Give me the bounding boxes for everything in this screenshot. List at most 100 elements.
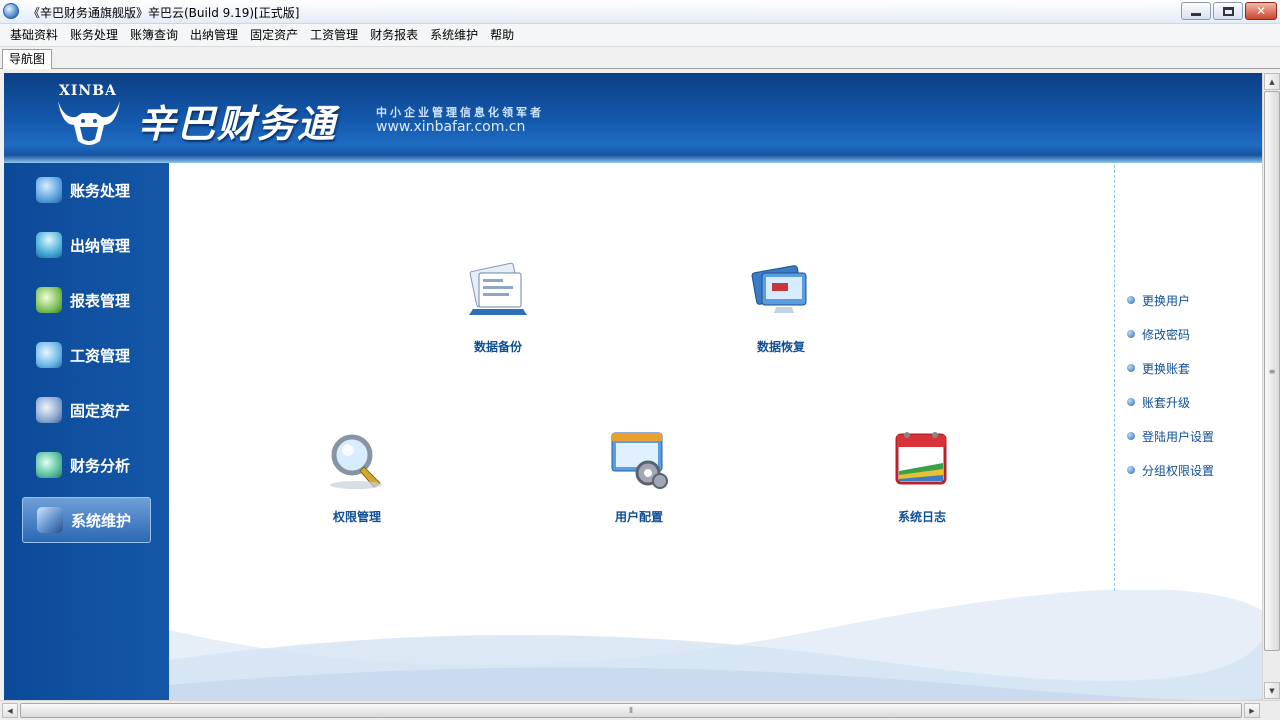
nav-label: 财务分析 — [70, 456, 131, 475]
nav-item-fixed-assets[interactable]: 固定资产 — [22, 387, 151, 433]
menu-basic-data[interactable]: 基础资料 — [4, 24, 64, 47]
menu-financial-reports[interactable]: 财务报表 — [364, 24, 424, 47]
bullet-icon — [1127, 330, 1135, 338]
vertical-scroll-thumb[interactable]: ≡ — [1264, 91, 1280, 651]
nav-item-system-maintenance[interactable]: 系统维护 — [22, 497, 151, 543]
tab-navigation-map[interactable]: 导航图 — [2, 49, 53, 69]
grip-icon: ≡ — [1268, 366, 1276, 376]
minimize-icon — [1191, 12, 1201, 16]
cashier-icon — [36, 232, 62, 258]
minimize-button[interactable] — [1181, 2, 1211, 20]
link-change-password[interactable]: 修改密码 — [1127, 317, 1214, 351]
slogan: 中小企业管理信息化领军者 — [376, 106, 544, 119]
menu-salary[interactable]: 工资管理 — [304, 24, 364, 47]
scroll-left-button[interactable]: ◀ — [2, 703, 18, 718]
website-url: www.xinbafar.com.cn — [376, 119, 526, 135]
restore-button[interactable] — [1213, 2, 1243, 20]
link-label: 登陆用户设置 — [1142, 429, 1215, 444]
bullet-icon — [1127, 466, 1135, 474]
scroll-down-button[interactable]: ▼ — [1264, 682, 1280, 699]
banner-glow — [4, 155, 1262, 163]
nav-label: 固定资产 — [70, 401, 131, 420]
link-label: 更换用户 — [1142, 293, 1191, 308]
nav-label: 系统维护 — [71, 511, 132, 530]
link-label: 账套升级 — [1142, 395, 1191, 410]
permission-icon — [330, 434, 382, 489]
system-log-icon — [895, 432, 947, 485]
arrow-up-icon: ▲ — [1269, 77, 1275, 86]
dashed-divider — [1114, 165, 1115, 591]
nav-item-cashier[interactable]: 出纳管理 — [22, 222, 151, 268]
report-icon — [36, 287, 62, 313]
analysis-icon — [36, 452, 62, 478]
salary-icon — [36, 342, 62, 368]
restore-icon — [1222, 6, 1234, 16]
close-button[interactable]: ✕ — [1245, 2, 1277, 20]
tile-label: 数据恢复 — [756, 340, 805, 354]
data-backup-icon — [469, 262, 527, 315]
nav-item-accounting[interactable]: 账务处理 — [22, 167, 151, 213]
app-icon[interactable] — [3, 3, 19, 19]
link-switch-user[interactable]: 更换用户 — [1127, 283, 1214, 317]
quick-links: 更换用户 修改密码 更换账套 账套升级 登陆用户设置 分组权限设置 — [1127, 283, 1214, 487]
nav-item-reports[interactable]: 报表管理 — [22, 277, 151, 323]
bullet-icon — [1127, 364, 1135, 372]
tile-system-log[interactable]: 系统日志 — [857, 429, 987, 525]
menu-help[interactable]: 帮助 — [484, 24, 520, 47]
navigation-frame: XINBA 辛巴财务通 中小企业管理信息化领军者 www.xinbafar.co… — [4, 73, 1262, 700]
link-label: 修改密码 — [1142, 327, 1191, 342]
menu-fixed-assets[interactable]: 固定资产 — [244, 24, 304, 47]
link-label: 分组权限设置 — [1142, 463, 1215, 478]
tab-strip: 导航图 — [0, 47, 1280, 69]
link-switch-account-set[interactable]: 更换账套 — [1127, 351, 1214, 385]
user-config-icon — [611, 432, 668, 489]
close-icon: ✕ — [1255, 4, 1267, 18]
menu-ledger-query[interactable]: 账簿查询 — [124, 24, 184, 47]
scroll-right-button[interactable]: ▶ — [1244, 703, 1260, 718]
link-label: 更换账套 — [1142, 361, 1191, 376]
link-upgrade-account-set[interactable]: 账套升级 — [1127, 385, 1214, 419]
bullet-icon — [1127, 398, 1135, 406]
brand-name: 辛巴财务通 — [137, 102, 338, 146]
scroll-up-button[interactable]: ▲ — [1264, 73, 1280, 90]
side-nav: 账务处理 出纳管理 报表管理 工资管理 固定资产 财务分析 系统维护 — [4, 163, 169, 700]
arrow-down-icon: ▼ — [1269, 686, 1275, 695]
tile-label: 用户配置 — [614, 510, 663, 524]
accounting-icon — [36, 177, 62, 203]
arrow-right-icon: ▶ — [1249, 706, 1255, 715]
tile-user-configuration[interactable]: 用户配置 — [574, 429, 704, 525]
asset-icon — [36, 397, 62, 423]
decorative-waves — [169, 590, 1262, 700]
link-login-user-settings[interactable]: 登陆用户设置 — [1127, 419, 1214, 453]
nav-item-analysis[interactable]: 财务分析 — [22, 442, 151, 488]
nav-item-salary[interactable]: 工资管理 — [22, 332, 151, 378]
maintenance-icon — [37, 507, 63, 533]
bullet-icon — [1127, 296, 1135, 304]
tile-label: 数据备份 — [473, 340, 522, 354]
menu-cashier[interactable]: 出纳管理 — [184, 24, 244, 47]
bullet-icon — [1127, 432, 1135, 440]
horizontal-scroll-thumb[interactable]: ⦀ — [20, 703, 1242, 718]
tile-label: 权限管理 — [332, 510, 381, 524]
tile-permission-management[interactable]: 权限管理 — [292, 429, 422, 525]
grip-icon: ⦀ — [629, 705, 633, 715]
nav-label: 报表管理 — [70, 291, 131, 310]
header-banner: XINBA 辛巴财务通 中小企业管理信息化领军者 www.xinbafar.co… — [4, 73, 1262, 163]
window-title: 《辛巴财务通旗舰版》辛巴云(Build 9.19)[正式版] — [28, 6, 300, 20]
link-group-permission-settings[interactable]: 分组权限设置 — [1127, 453, 1214, 487]
nav-label: 账务处理 — [70, 181, 131, 200]
arrow-left-icon: ◀ — [7, 706, 13, 715]
menu-accounting[interactable]: 账务处理 — [64, 24, 124, 47]
title-bar: 《辛巴财务通旗舰版》辛巴云(Build 9.19)[正式版] ✕ — [0, 0, 1280, 24]
nav-label: 出纳管理 — [70, 236, 131, 255]
vertical-scrollbar[interactable]: ▲ ≡ ▼ — [1262, 73, 1280, 700]
nav-label: 工资管理 — [70, 346, 131, 365]
horizontal-scrollbar[interactable]: ◀ ⦀ ▶ — [0, 700, 1280, 720]
tile-data-backup[interactable]: 数据备份 — [433, 259, 563, 355]
tile-data-restore[interactable]: 数据恢复 — [716, 259, 846, 355]
data-restore-icon — [751, 265, 807, 313]
menu-system-maintenance[interactable]: 系统维护 — [424, 24, 484, 47]
content-area: 数据备份 数据恢复 权限管理 用户配置 系统日志 更换用户 修改密码 更换账套 … — [169, 163, 1262, 700]
bull-logo-icon — [58, 101, 120, 145]
menu-bar: 基础资料 账务处理 账簿查询 出纳管理 固定资产 工资管理 财务报表 系统维护 … — [0, 24, 1280, 47]
